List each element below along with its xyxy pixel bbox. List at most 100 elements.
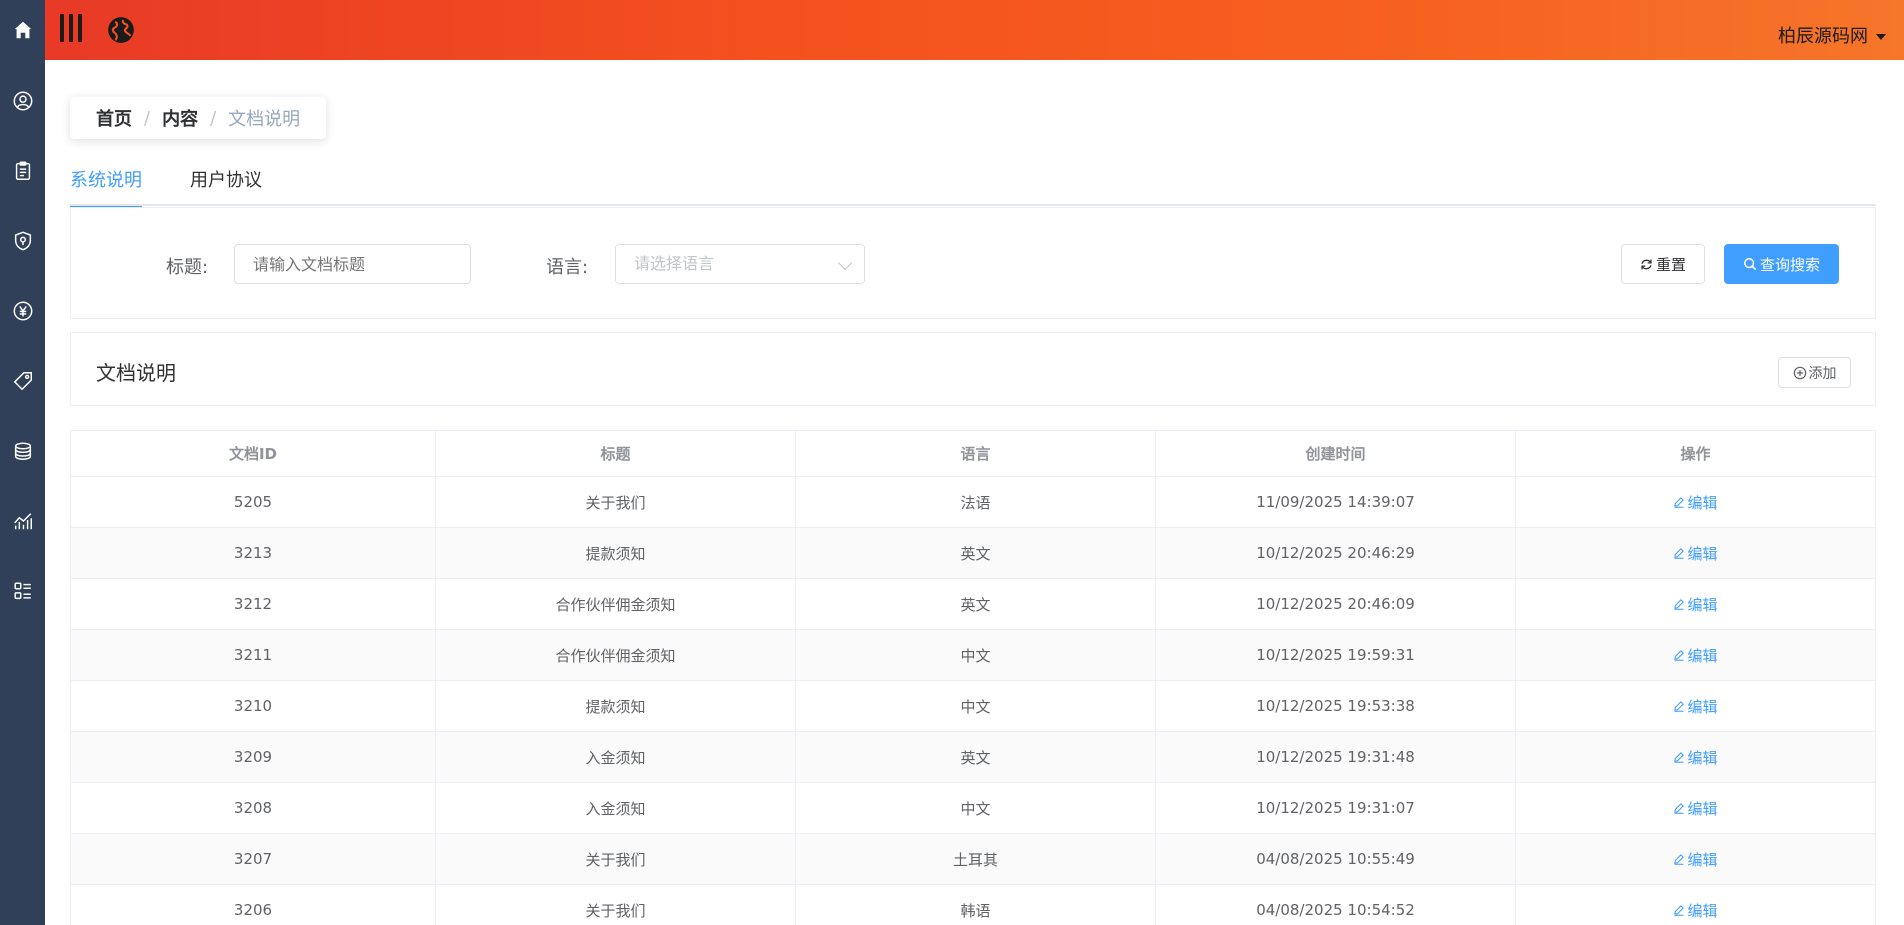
cell-doc-title: 关于我们: [436, 885, 796, 925]
cell-doc-title: 提款须知: [436, 528, 796, 578]
cell-actions: 编辑: [1516, 528, 1875, 578]
cell-created-time: 10/12/2025 19:31:48: [1156, 732, 1516, 782]
edit-button[interactable]: 编辑: [1673, 594, 1718, 615]
home-icon[interactable]: [0, 12, 45, 48]
user-menu[interactable]: 柏辰源码网: [1778, 22, 1886, 48]
edit-icon: [1674, 599, 1685, 610]
cell-actions: 编辑: [1516, 732, 1875, 782]
cell-created-time: 11/09/2025 14:39:07: [1156, 477, 1516, 527]
list-icon[interactable]: [0, 573, 45, 609]
cell-actions: 编辑: [1516, 579, 1875, 629]
edit-icon: [1674, 497, 1685, 508]
cell-doc-id: 3206: [71, 885, 436, 925]
column-header-id: 文档ID: [71, 431, 436, 476]
globe-icon[interactable]: [107, 16, 135, 44]
cell-actions: 编辑: [1516, 477, 1875, 527]
cell-doc-language: 英文: [796, 732, 1156, 782]
cell-doc-title: 关于我们: [436, 477, 796, 527]
sidebar: [0, 0, 45, 925]
breadcrumb-current: 文档说明: [228, 109, 301, 130]
table-row: 3211 合作伙伴佣金须知 中文 10/12/2025 19:59:31 编辑: [71, 630, 1875, 681]
tab-user-agreement[interactable]: 用户协议: [190, 168, 262, 206]
top-header: 柏辰源码网: [45, 0, 1904, 60]
table-row: 3208 入金须知 中文 10/12/2025 19:31:07 编辑: [71, 783, 1875, 834]
edit-icon: [1674, 854, 1685, 865]
edit-button-label: 编辑: [1687, 901, 1718, 920]
column-header-language: 语言: [796, 431, 1156, 476]
cell-doc-title: 提款须知: [436, 681, 796, 731]
menu-toggle-icon[interactable]: [60, 14, 82, 42]
edit-button[interactable]: 编辑: [1673, 645, 1718, 666]
table-row: 3209 入金须知 英文 10/12/2025 19:31:48 编辑: [71, 732, 1875, 783]
edit-button-label: 编辑: [1687, 595, 1718, 614]
cell-doc-id: 3209: [71, 732, 436, 782]
cell-actions: 编辑: [1516, 834, 1875, 884]
table-body: 5205 关于我们 法语 11/09/2025 14:39:07 编辑 3213 提款须知英…: [71, 477, 1875, 925]
coins-icon[interactable]: [0, 433, 45, 469]
breadcrumb-content[interactable]: 内容: [162, 105, 198, 131]
title-filter-label: 标题:: [166, 257, 209, 278]
cell-doc-language: 土耳其: [796, 834, 1156, 884]
cell-doc-id: 3212: [71, 579, 436, 629]
breadcrumb-separator: /: [210, 107, 217, 129]
language-select[interactable]: 请选择语言: [615, 244, 865, 284]
plus-circle-icon: [1793, 366, 1806, 379]
edit-button[interactable]: 编辑: [1673, 900, 1718, 921]
cell-created-time: 10/12/2025 19:59:31: [1156, 630, 1516, 680]
table-row: 5205 关于我们 法语 11/09/2025 14:39:07 编辑: [71, 477, 1875, 528]
clipboard-icon[interactable]: [0, 153, 45, 189]
add-button[interactable]: 添加: [1778, 357, 1851, 388]
tag-icon[interactable]: [0, 363, 45, 399]
username: 柏辰源码网: [1778, 26, 1868, 47]
cell-doc-id: 3211: [71, 630, 436, 680]
tab-bar: 系统说明 用户协议: [70, 168, 1876, 208]
cell-actions: 编辑: [1516, 681, 1875, 731]
title-search-input[interactable]: [234, 244, 471, 284]
table-row: 3213 提款须知 英文 10/12/2025 20:46:29 编辑: [71, 528, 1875, 579]
cell-doc-title: 合作伙伴佣金须知: [436, 579, 796, 629]
edit-button-label: 编辑: [1687, 544, 1718, 563]
section-title: 文档说明: [96, 361, 176, 385]
edit-button[interactable]: 编辑: [1673, 798, 1718, 819]
cell-doc-language: 法语: [796, 477, 1156, 527]
edit-button[interactable]: 编辑: [1673, 747, 1718, 768]
search-button[interactable]: 查询搜索: [1724, 244, 1839, 284]
table-row: 3206 关于我们 韩语 04/08/2025 10:54:52 编辑: [71, 885, 1875, 925]
edit-button[interactable]: 编辑: [1673, 492, 1718, 513]
edit-icon: [1674, 752, 1685, 763]
cell-created-time: 04/08/2025 10:54:52: [1156, 885, 1516, 925]
cell-doc-title: 关于我们: [436, 834, 796, 884]
edit-icon: [1674, 701, 1685, 712]
edit-button[interactable]: 编辑: [1673, 849, 1718, 870]
shield-icon[interactable]: [0, 223, 45, 259]
table-row: 3210 提款须知 中文 10/12/2025 19:53:38 编辑: [71, 681, 1875, 732]
search-button-label: 查询搜索: [1759, 255, 1820, 274]
reset-button[interactable]: 重置: [1621, 244, 1705, 284]
edit-button[interactable]: 编辑: [1673, 543, 1718, 564]
column-header-actions: 操作: [1680, 445, 1711, 463]
user-circle-icon[interactable]: [0, 83, 45, 119]
chart-icon[interactable]: [0, 503, 45, 539]
edit-button-label: 编辑: [1687, 799, 1718, 818]
cell-doc-language: 英文: [796, 579, 1156, 629]
cell-created-time: 10/12/2025 19:31:07: [1156, 783, 1516, 833]
edit-button-label: 编辑: [1687, 748, 1718, 767]
cell-doc-title: 合作伙伴佣金须知: [436, 630, 796, 680]
table-row: 3212 合作伙伴佣金须知 英文 10/12/2025 20:46:09 编辑: [71, 579, 1875, 630]
edit-button-label: 编辑: [1687, 697, 1718, 716]
cell-created-time: 10/12/2025 20:46:09: [1156, 579, 1516, 629]
edit-icon: [1674, 548, 1685, 559]
breadcrumb-home[interactable]: 首页: [96, 105, 132, 131]
cell-doc-id: 3213: [71, 528, 436, 578]
cell-created-time: 10/12/2025 20:46:29: [1156, 528, 1516, 578]
edit-button[interactable]: 编辑: [1673, 696, 1718, 717]
edit-icon: [1674, 650, 1685, 661]
cell-doc-title: 入金须知: [436, 732, 796, 782]
cell-doc-language: 中文: [796, 630, 1156, 680]
tab-system-docs[interactable]: 系统说明: [70, 168, 142, 208]
reset-button-label: 重置: [1655, 255, 1686, 274]
refresh-icon: [1641, 259, 1652, 269]
yen-icon[interactable]: [0, 293, 45, 329]
cell-doc-id: 3208: [71, 783, 436, 833]
breadcrumb: 首页 / 内容 / 文档说明: [70, 97, 327, 139]
